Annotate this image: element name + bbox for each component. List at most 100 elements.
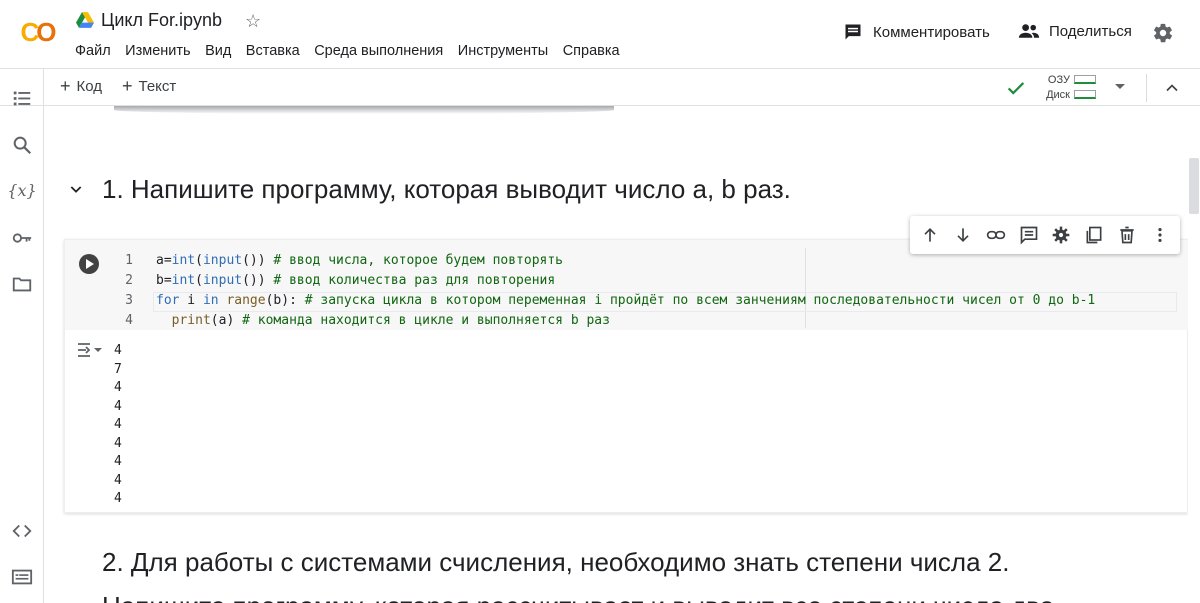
line-code[interactable]: for i in range(b): # запуска цикла в кот… — [156, 291, 1095, 311]
plus-icon: + — [122, 76, 133, 96]
code-token: ( — [195, 253, 203, 268]
move-up-icon[interactable] — [920, 225, 940, 245]
section-heading-1: 1. Напишите программу, которая выводит ч… — [102, 174, 791, 204]
output-line: 4 — [114, 398, 122, 414]
menu-insert[interactable]: Вставка — [246, 43, 300, 59]
code-snippets-icon[interactable] — [10, 519, 34, 543]
disk-label: Диск — [1046, 89, 1070, 101]
line-number: 1 — [125, 253, 133, 268]
line-code[interactable]: print(a) # команда находится в цикле и в… — [156, 311, 610, 331]
output-line: 4 — [114, 491, 122, 506]
code-token: (b): — [265, 293, 305, 308]
people-icon — [1018, 24, 1040, 38]
output-line: 4 — [114, 380, 122, 395]
comment-label: Комментировать — [873, 23, 990, 41]
comment-icon[interactable] — [1019, 225, 1039, 245]
menu-runtime[interactable]: Среда выполнения — [314, 43, 443, 59]
chevron-up-icon[interactable] — [1162, 78, 1182, 98]
menu-tools[interactable]: Инструменты — [458, 43, 548, 59]
output-line: 7 — [114, 361, 122, 377]
section-heading-2: 2. Для работы с системами счисления, нео… — [102, 547, 1010, 577]
delete-icon[interactable] — [1117, 225, 1137, 245]
ram-usage-bar — [1074, 75, 1096, 84]
notebook-title[interactable]: Цикл For.ipynb — [101, 10, 222, 31]
google-drive-icon[interactable] — [76, 12, 94, 28]
add-code-label: Код — [76, 78, 103, 95]
line-number: 3 — [125, 293, 133, 308]
run-cell-button[interactable] — [79, 254, 99, 274]
more-options-icon[interactable] — [1150, 225, 1170, 245]
toolbar-divider — [1146, 74, 1147, 102]
link-icon[interactable] — [986, 225, 1006, 245]
search-icon[interactable] — [10, 133, 34, 157]
code-token: ( — [195, 273, 203, 288]
code-token: = — [163, 253, 172, 268]
caret-down-icon[interactable] — [1115, 84, 1125, 89]
add-code-button[interactable]: + Код — [60, 77, 103, 95]
code-ruler — [805, 248, 806, 328]
line-code[interactable]: a=int(input()) # ввод числа, которое буд… — [156, 251, 563, 271]
line-number: 2 — [125, 273, 133, 288]
connected-check-icon[interactable] — [1005, 77, 1027, 99]
menu-view[interactable]: Вид — [205, 43, 231, 59]
code-token: int — [171, 253, 196, 268]
folder-icon[interactable] — [10, 272, 34, 296]
resource-labels[interactable]: ОЗУ Диск — [1040, 73, 1070, 103]
share-label: Поделиться — [1049, 22, 1132, 40]
chevron-down-icon[interactable] — [68, 181, 84, 197]
variables-icon[interactable]: {x} — [7, 178, 36, 202]
line-number: 4 — [125, 313, 133, 328]
code-token: in — [202, 293, 219, 308]
code-token: i — [179, 293, 203, 308]
code-token: = — [163, 273, 172, 288]
output-line: 4 — [114, 472, 122, 488]
code-token: # команда находится в цикле и выполняетс… — [242, 313, 610, 328]
code-token: print — [171, 313, 211, 328]
cell-output: 4 7 4 4 4 4 4 4 4 — [114, 342, 122, 509]
code-cell[interactable]: 1 a=int(input()) # ввод числа, которое бу… — [64, 239, 1188, 513]
share-button[interactable]: Поделиться — [1018, 22, 1132, 40]
output-line: 4 — [114, 417, 122, 432]
code-token: (a) — [210, 313, 243, 328]
terminal-icon[interactable] — [10, 565, 34, 589]
output-line: 4 — [114, 343, 122, 358]
menu-edit[interactable]: Изменить — [125, 43, 190, 59]
output-actions-icon[interactable] — [75, 340, 103, 360]
notebook-toolbar: + Код + Текст ОЗУ Диск — [0, 68, 1200, 106]
menu-help[interactable]: Справка — [563, 43, 620, 59]
previous-cell-shadow — [114, 106, 614, 114]
line-code[interactable]: b=int(input()) # ввод количества раз для… — [156, 271, 555, 291]
star-icon[interactable]: ☆ — [245, 11, 261, 32]
code-token: for — [156, 293, 180, 308]
output-line: 4 — [114, 435, 122, 451]
code-token: input — [202, 273, 243, 288]
cell-action-toolbar — [910, 216, 1180, 254]
code-token: ()) — [242, 253, 274, 268]
menu-file[interactable]: Файл — [75, 43, 111, 59]
code-token: # запуска цикла в котором переменная i п… — [304, 293, 1096, 308]
settings-gear-icon[interactable] — [1152, 22, 1174, 44]
code-token: input — [202, 253, 243, 268]
settings-gear-icon[interactable] — [1051, 225, 1071, 245]
menu-bar: Файл Изменить Вид Вставка Среда выполнен… — [75, 43, 634, 59]
mirror-cell-icon[interactable] — [1084, 225, 1104, 245]
notebook-scrollbar[interactable] — [1189, 158, 1199, 214]
move-down-icon[interactable] — [953, 225, 973, 245]
output-line: 4 — [114, 454, 122, 469]
code-token: int — [171, 273, 196, 288]
resource-bars[interactable] — [1074, 75, 1098, 105]
code-token: a — [156, 253, 164, 268]
colab-logo[interactable]: CO — [13, 12, 61, 52]
ram-label: ОЗУ — [1047, 74, 1070, 86]
toc-icon[interactable] — [10, 86, 34, 110]
code-token: range — [226, 293, 266, 308]
key-icon[interactable] — [10, 226, 34, 250]
disk-usage-bar — [1074, 90, 1096, 99]
comment-button[interactable]: Комментировать — [843, 22, 990, 42]
code-token: # ввод количества раз для повторения — [273, 273, 556, 288]
comment-icon — [845, 24, 861, 40]
add-text-button[interactable]: + Текст — [122, 76, 177, 96]
add-text-label: Текст — [138, 78, 177, 95]
task-paragraph: Напишите программу, которая рассчитывает… — [102, 591, 1054, 603]
